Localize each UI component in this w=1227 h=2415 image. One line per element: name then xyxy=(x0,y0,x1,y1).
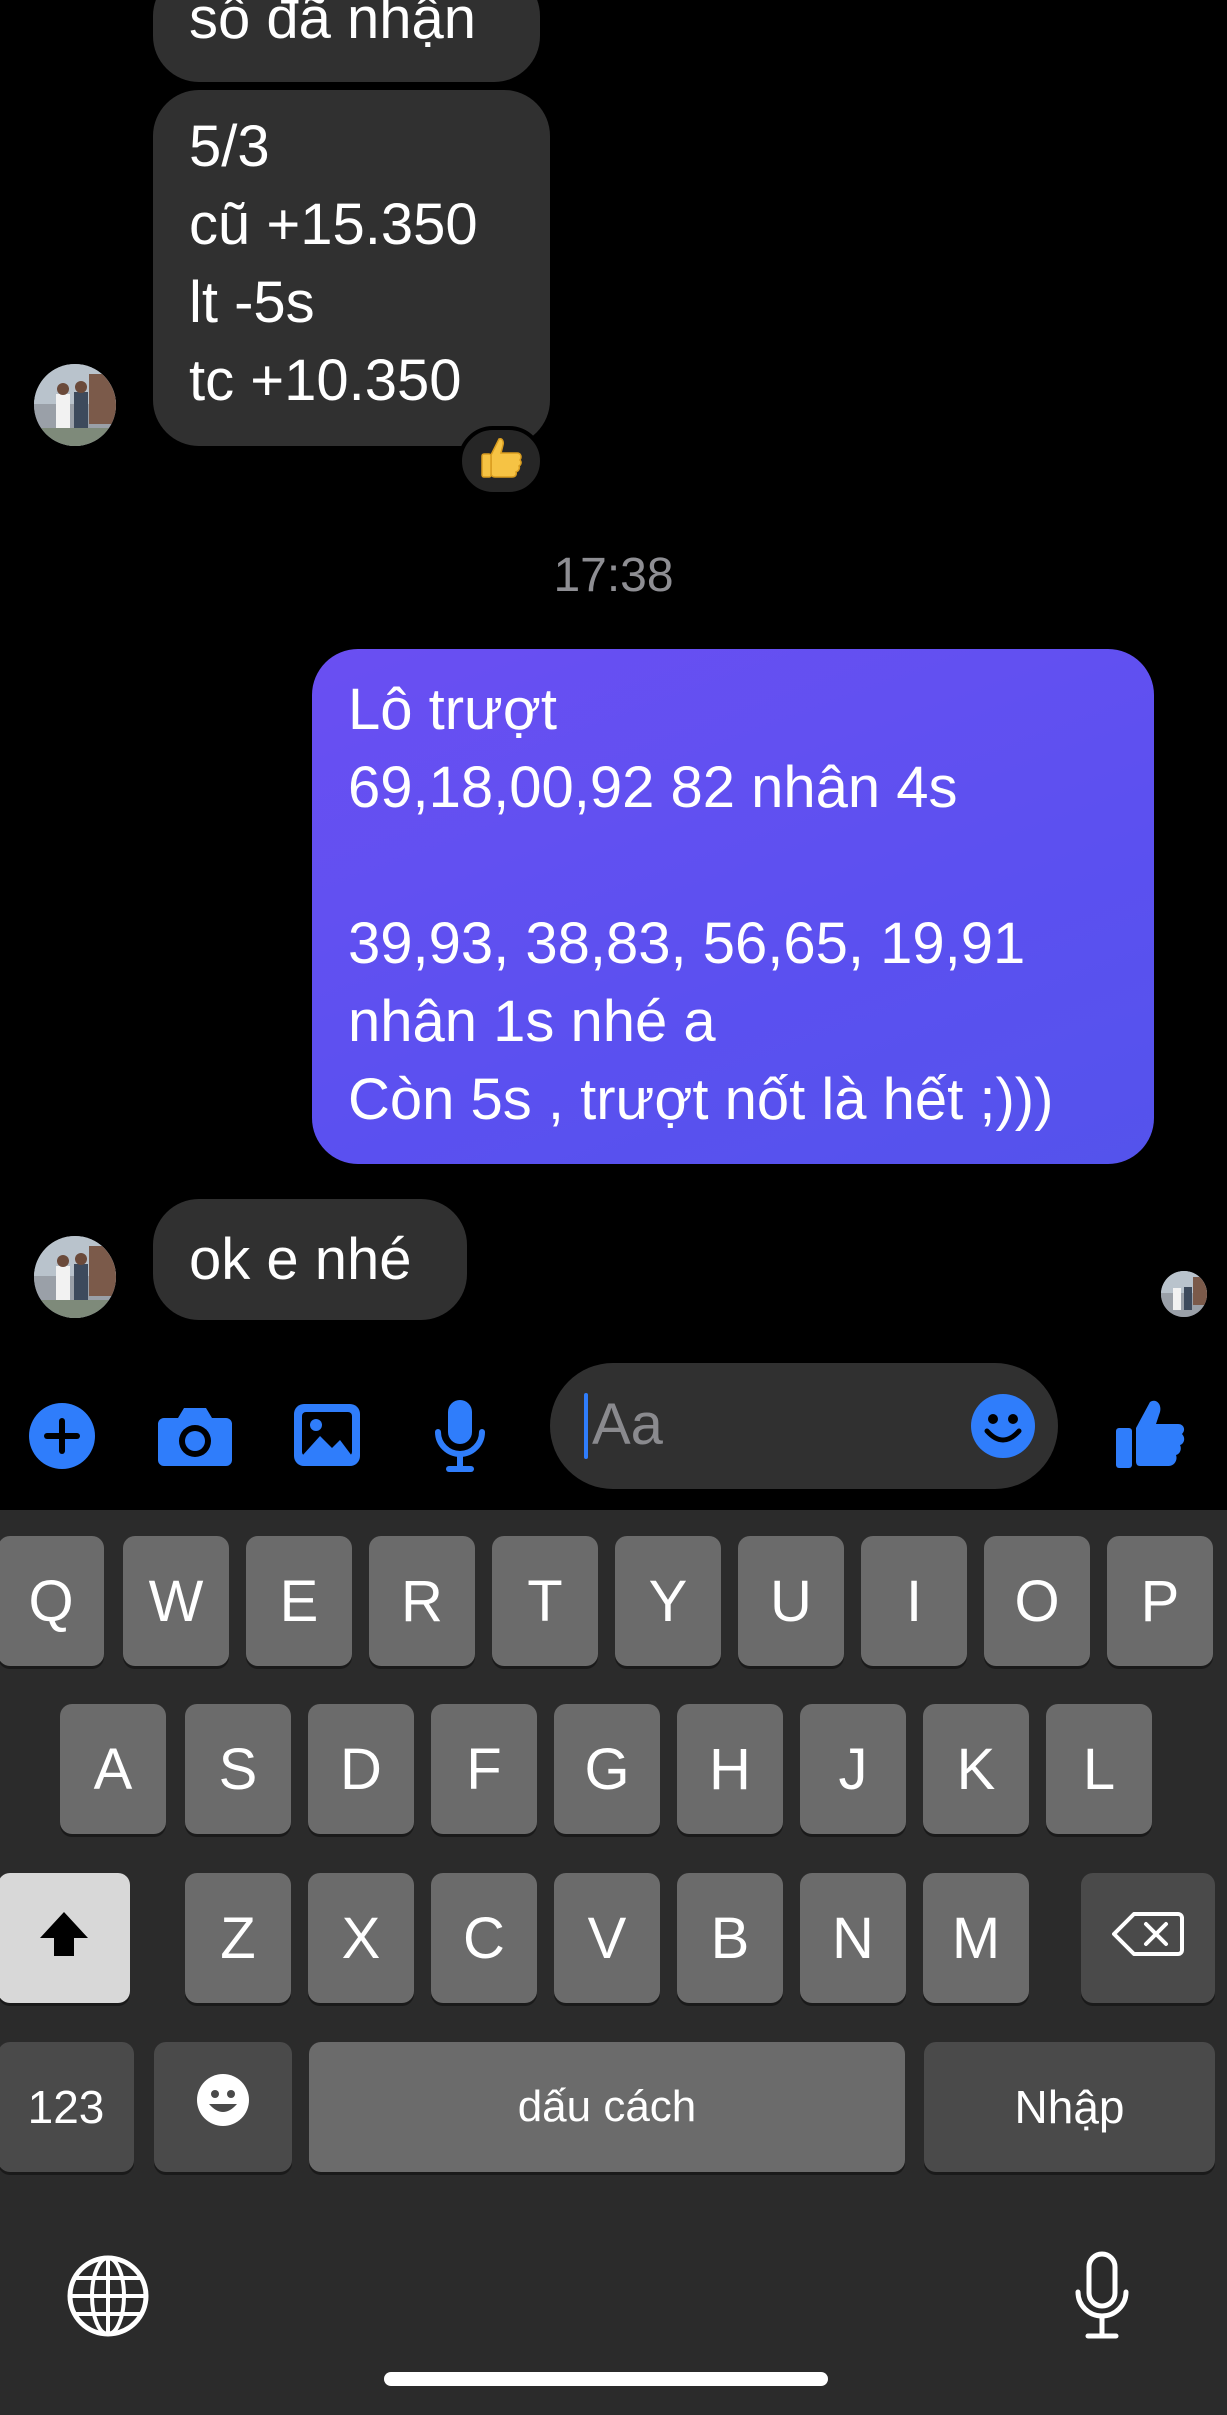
microphone-icon[interactable] xyxy=(432,1398,488,1474)
message-text: số đã nhận xyxy=(189,0,477,51)
message-timestamp: 17:38 xyxy=(553,549,674,602)
key-i[interactable]: I xyxy=(861,1536,967,1666)
dictation-microphone-icon[interactable] xyxy=(1072,2250,1132,2342)
keyboard: Q W E R T Y U I O P A S D F G H J K L Z … xyxy=(0,1510,1227,2415)
key-w[interactable]: W xyxy=(123,1536,229,1666)
emoji-icon[interactable] xyxy=(970,1393,1036,1459)
key-c[interactable]: C xyxy=(431,1873,537,2003)
globe-icon[interactable] xyxy=(66,2254,150,2338)
image-icon[interactable] xyxy=(292,1402,362,1468)
key-d[interactable]: D xyxy=(308,1704,414,1834)
space-key[interactable]: dấu cách xyxy=(309,2042,905,2172)
key-k[interactable]: K xyxy=(923,1704,1029,1834)
incoming-message-bubble[interactable]: ok e nhé xyxy=(153,1199,467,1320)
read-receipt-avatar xyxy=(1161,1271,1207,1317)
key-m[interactable]: M xyxy=(923,1873,1029,2003)
key-l[interactable]: L xyxy=(1046,1704,1152,1834)
key-r[interactable]: R xyxy=(369,1536,475,1666)
input-placeholder: Aa xyxy=(592,1392,663,1457)
message-text: ok e nhé xyxy=(189,1226,412,1292)
shift-arrow-icon xyxy=(38,1905,90,1972)
contact-avatar[interactable] xyxy=(34,364,116,446)
incoming-message-bubble[interactable]: 5/3 cũ +15.350 lt -5s tc +10.350 xyxy=(153,90,550,446)
shift-key[interactable] xyxy=(0,1873,130,2003)
key-b[interactable]: B xyxy=(677,1873,783,2003)
key-h[interactable]: H xyxy=(677,1704,783,1834)
key-z[interactable]: Z xyxy=(185,1873,291,2003)
key-j[interactable]: J xyxy=(800,1704,906,1834)
key-y[interactable]: Y xyxy=(615,1536,721,1666)
numbers-key[interactable]: 123 xyxy=(0,2042,134,2172)
message-text: Lô trượt 69,18,00,92 82 nhân 4s 39,93, 3… xyxy=(348,677,1054,1132)
delete-key[interactable] xyxy=(1081,1873,1215,2003)
home-indicator[interactable] xyxy=(384,2372,828,2386)
emoji-key-icon xyxy=(195,2072,251,2142)
return-key[interactable]: Nhập xyxy=(924,2042,1215,2172)
key-v[interactable]: V xyxy=(554,1873,660,2003)
reaction-badge[interactable] xyxy=(458,426,544,496)
key-g[interactable]: G xyxy=(554,1704,660,1834)
message-input[interactable]: Aa xyxy=(550,1363,1058,1489)
incoming-message-bubble[interactable]: số đã nhận xyxy=(153,0,540,82)
composer-bar: Aa xyxy=(0,1350,1227,1510)
camera-icon[interactable] xyxy=(156,1404,234,1468)
key-o[interactable]: O xyxy=(984,1536,1090,1666)
message-text: 5/3 cũ +15.350 lt -5s tc +10.350 xyxy=(189,114,478,413)
key-n[interactable]: N xyxy=(800,1873,906,2003)
key-q[interactable]: Q xyxy=(0,1536,104,1666)
thumbs-up-icon[interactable] xyxy=(1114,1396,1186,1470)
text-cursor xyxy=(584,1393,588,1459)
key-p[interactable]: P xyxy=(1107,1536,1213,1666)
key-e[interactable]: E xyxy=(246,1536,352,1666)
outgoing-message-bubble[interactable]: Lô trượt 69,18,00,92 82 nhân 4s 39,93, 3… xyxy=(312,649,1154,1164)
thumbs-up-emoji-icon xyxy=(477,433,525,489)
backspace-icon xyxy=(1112,1905,1184,1972)
contact-avatar[interactable] xyxy=(34,1236,116,1318)
emoji-key[interactable] xyxy=(154,2042,292,2172)
key-a[interactable]: A xyxy=(60,1704,166,1834)
key-s[interactable]: S xyxy=(185,1704,291,1834)
key-t[interactable]: T xyxy=(492,1536,598,1666)
key-x[interactable]: X xyxy=(308,1873,414,2003)
key-u[interactable]: U xyxy=(738,1536,844,1666)
plus-icon[interactable] xyxy=(28,1402,96,1470)
key-f[interactable]: F xyxy=(431,1704,537,1834)
